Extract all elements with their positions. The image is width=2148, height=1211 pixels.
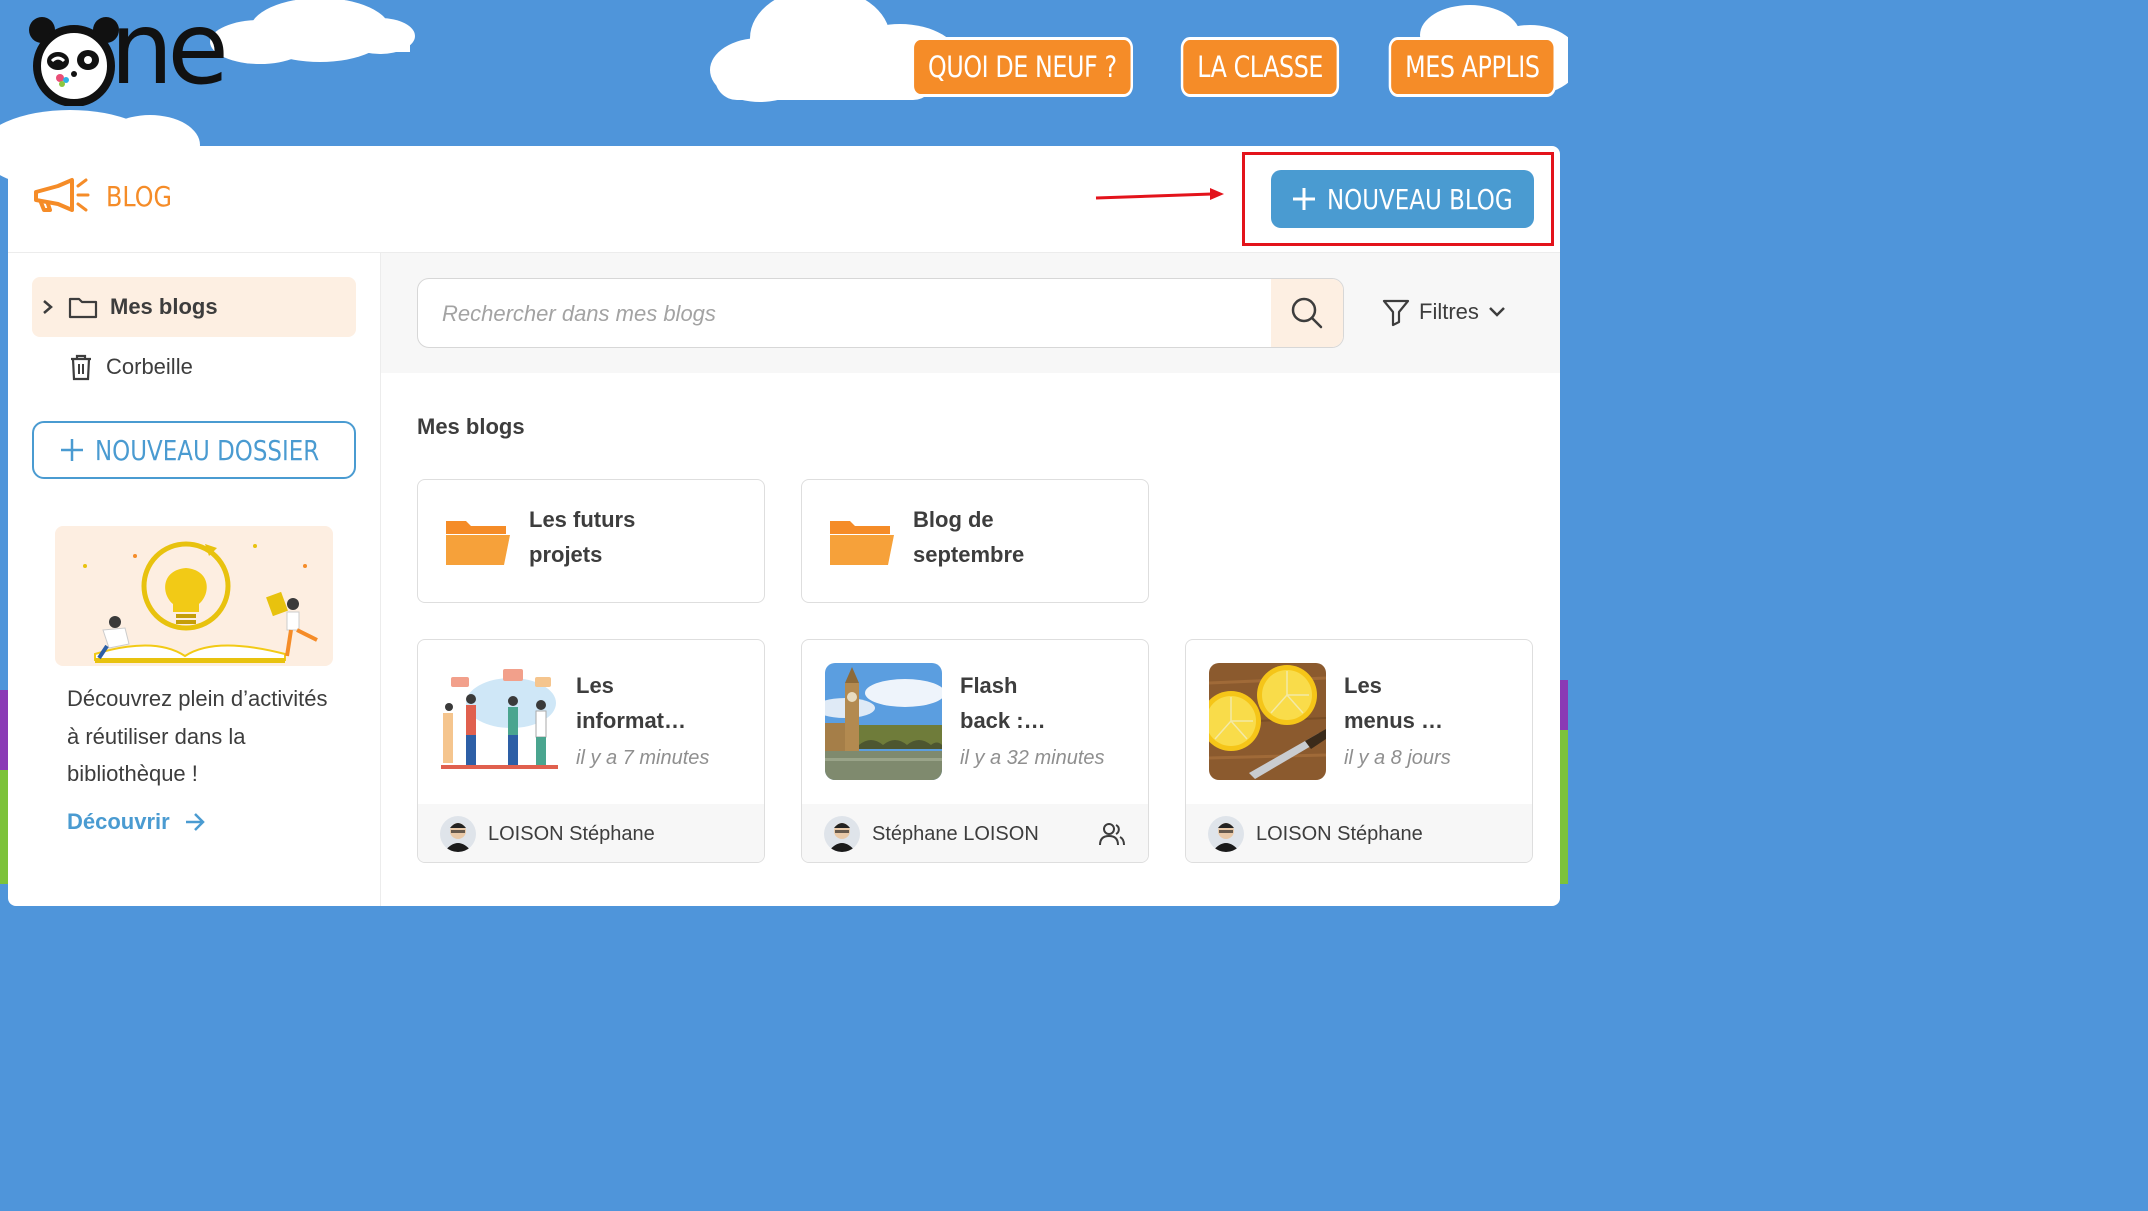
blog-author: LOISON Stéphane (1256, 822, 1423, 845)
user-avatar-icon (1208, 816, 1244, 852)
blog-card[interactable]: Flash back :… il y a 32 minutes Stéphane… (801, 639, 1149, 863)
blog-timestamp: il y a 8 jours (1344, 747, 1451, 769)
blog-card-footer: LOISON Stéphane (418, 804, 764, 862)
plus-icon (1293, 188, 1316, 210)
blog-title-line: Les (1344, 673, 1382, 698)
sidebar-item-label: Mes blogs (110, 294, 218, 319)
search-icon (1291, 297, 1323, 329)
avatar (824, 816, 860, 852)
blog-title-line: informat… (576, 708, 686, 733)
page-title-text: BLOG (106, 179, 172, 213)
folder-title-line: Blog de (913, 507, 994, 532)
new-blog-button[interactable]: NOUVEAU BLOG (1271, 170, 1534, 228)
filter-icon (1382, 299, 1410, 327)
blog-title: Les informat… (576, 668, 741, 738)
new-folder-label: NOUVEAU DOSSIER (95, 433, 320, 467)
discover-link-label: Découvrir (67, 809, 170, 834)
nav-quoi-de-neuf[interactable]: QUOI DE NEUF ? (911, 37, 1133, 97)
blog-timestamp: il y a 32 minutes (960, 747, 1105, 769)
filters-label: Filtres (1419, 299, 1479, 324)
new-folder-button[interactable]: NOUVEAU DOSSIER (32, 421, 356, 479)
app-header: BLOG NOUVEAU BLOG (8, 146, 1560, 253)
shared-users-icon (1099, 823, 1125, 846)
folder-card[interactable]: Blog de septembre (801, 479, 1149, 603)
app-logo[interactable]: ne (26, 0, 276, 107)
blog-card-footer: LOISON Stéphane (1186, 804, 1532, 862)
avatar (440, 816, 476, 852)
blog-author: Stéphane LOISON (872, 822, 1039, 845)
sidebar-item-corbeille[interactable]: Corbeille (32, 337, 356, 397)
discover-link[interactable]: Découvrir (67, 809, 206, 835)
folder-title-line: projets (529, 542, 603, 567)
blog-thumbnail (441, 663, 558, 780)
annotation-arrow-icon (1095, 188, 1224, 200)
blog-thumbnail (1209, 663, 1326, 780)
sidebar: Mes blogs Corbeille NOUVEAU DOSSIER Déco… (8, 253, 381, 906)
blog-title: Flash back :… (960, 668, 1125, 738)
blog-thumbnail (825, 663, 942, 780)
search-input[interactable] (440, 279, 1264, 347)
arrow-right-icon (185, 813, 205, 831)
sidebar-item-mes-blogs[interactable]: Mes blogs (32, 277, 356, 337)
chevron-down-icon (1489, 307, 1505, 317)
search-button[interactable] (1271, 279, 1343, 347)
blog-card[interactable]: Les menus … il y a 8 jours LOISON Stépha… (1185, 639, 1533, 863)
trash-icon (71, 354, 91, 381)
library-promo-text: Découvrez plein d’activités à réutiliser… (67, 686, 328, 786)
folder-title-line: Les futurs (529, 507, 636, 532)
chevron-right-icon[interactable] (40, 297, 56, 317)
plus-icon (61, 439, 84, 461)
top-navigation: QUOI DE NEUF ? LA CLASSE MES APPLIS (863, 37, 1556, 97)
new-blog-label: NOUVEAU BLOG (1327, 182, 1513, 216)
blog-title-line: menus … (1344, 708, 1444, 733)
blog-card-footer: Stéphane LOISON (802, 804, 1148, 862)
blog-title-line: back :… (960, 708, 1046, 733)
folder-title: Blog de septembre (913, 502, 1113, 572)
people-illustration-icon (441, 663, 558, 780)
logo-text: ne (110, 0, 229, 107)
blog-timestamp: il y a 7 minutes (576, 747, 710, 769)
nav-la-classe[interactable]: LA CLASSE (1180, 37, 1340, 97)
folder-icon (68, 297, 98, 319)
folder-card[interactable]: Les futurs projets (417, 479, 765, 603)
blog-author: LOISON Stéphane (488, 822, 655, 845)
search-toolbar: Filtres (381, 253, 1560, 373)
lightbulb-illustration-icon (83, 541, 318, 663)
lemon-photo-icon (1209, 663, 1326, 780)
folder-icon (830, 521, 894, 565)
avatar (1208, 816, 1244, 852)
blog-title-line: Les (576, 673, 614, 698)
library-promo-illustration (55, 526, 333, 666)
main-content: Filtres Mes blogs Les futurs projets (381, 253, 1560, 906)
user-avatar-icon (440, 816, 476, 852)
filters-dropdown[interactable]: Filtres (1381, 297, 1507, 327)
app-container: BLOG NOUVEAU BLOG Mes blogs Corbeille NO… (8, 146, 1560, 906)
search-box (417, 278, 1344, 348)
section-title: Mes blogs (417, 414, 525, 439)
london-photo-icon (825, 663, 942, 780)
sidebar-item-label: Corbeille (106, 354, 193, 379)
folder-icon (446, 521, 510, 565)
nav-mes-applis[interactable]: MES APPLIS (1388, 37, 1556, 97)
page-title: BLOG (32, 176, 184, 216)
folder-title-line: septembre (913, 542, 1025, 567)
megaphone-icon (34, 178, 90, 212)
blog-title-line: Flash (960, 673, 1018, 698)
folder-title: Les futurs projets (529, 502, 729, 572)
blog-card[interactable]: Les informat… il y a 7 minutes LOISON St… (417, 639, 765, 863)
user-avatar-icon (824, 816, 860, 852)
blog-title: Les menus … (1344, 668, 1509, 738)
